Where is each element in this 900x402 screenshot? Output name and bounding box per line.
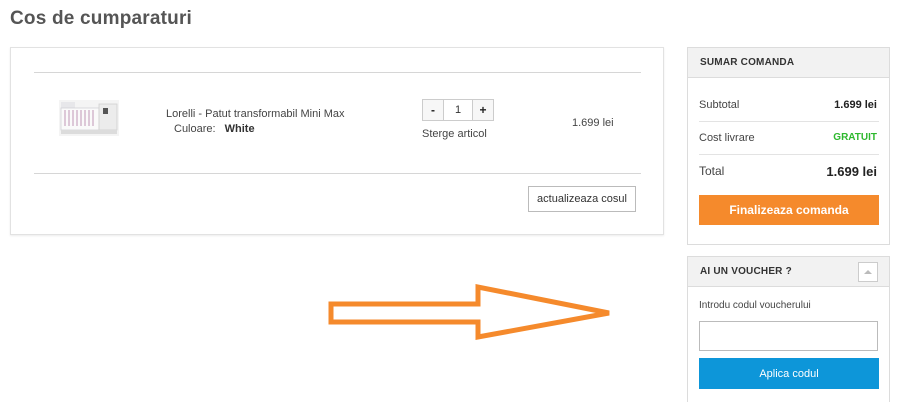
caret-up-icon (864, 270, 872, 274)
subtotal-label: Subtotal (699, 99, 740, 111)
total-value: 1.699 lei (826, 164, 877, 179)
crib-product-image[interactable] (57, 96, 121, 140)
shipping-label: Cost livrare (699, 132, 755, 144)
line-price: 1.699 lei (572, 117, 614, 129)
total-label: Total (699, 164, 725, 178)
shipping-row: Cost livrare GRATUIT (699, 132, 879, 144)
voucher-header: AI UN VOUCHER ? (688, 257, 889, 287)
total-row: Total 1.699 lei (699, 164, 879, 179)
voucher-input-label: Introdu codul voucherului (699, 300, 811, 311)
apply-voucher-button[interactable]: Aplica codul (699, 358, 879, 389)
product-color: Culoare: White (174, 123, 255, 135)
right-arrow-icon (328, 283, 610, 340)
color-label: Culoare: (174, 123, 216, 135)
voucher-title: AI UN VOUCHER ? (700, 266, 792, 277)
voucher-panel: AI UN VOUCHER ? Introdu codul voucherulu… (687, 256, 890, 402)
cart-divider-top (34, 72, 641, 73)
cart-divider-bottom (34, 173, 641, 174)
subtotal-row: Subtotal 1.699 lei (699, 99, 879, 111)
page-title: Cos de cumparaturi (10, 8, 193, 29)
order-summary-panel: SUMAR COMANDA Subtotal 1.699 lei Cost li… (687, 47, 890, 245)
quantity-input[interactable]: 1 (444, 99, 472, 121)
remove-item-link[interactable]: Sterge articol (422, 128, 487, 140)
color-value: White (224, 123, 255, 135)
summary-header: SUMAR COMANDA (688, 48, 889, 78)
checkout-button[interactable]: Finalizeaza comanda (699, 195, 879, 225)
update-cart-button[interactable]: actualizeaza cosul (528, 186, 636, 212)
shipping-value: GRATUIT (833, 132, 877, 143)
cart-panel: Lorelli - Patut transformabil Mini Max C… (10, 47, 664, 235)
collapse-toggle-button[interactable] (858, 262, 878, 282)
subtotal-value: 1.699 lei (834, 99, 877, 111)
summary-divider (699, 121, 879, 122)
summary-divider (699, 154, 879, 155)
product-name[interactable]: Lorelli - Patut transformabil Mini Max (166, 108, 345, 120)
voucher-code-input[interactable] (699, 321, 878, 351)
quantity-stepper: - 1 + (422, 99, 494, 121)
increment-button[interactable]: + (472, 99, 494, 121)
decrement-button[interactable]: - (422, 99, 444, 121)
